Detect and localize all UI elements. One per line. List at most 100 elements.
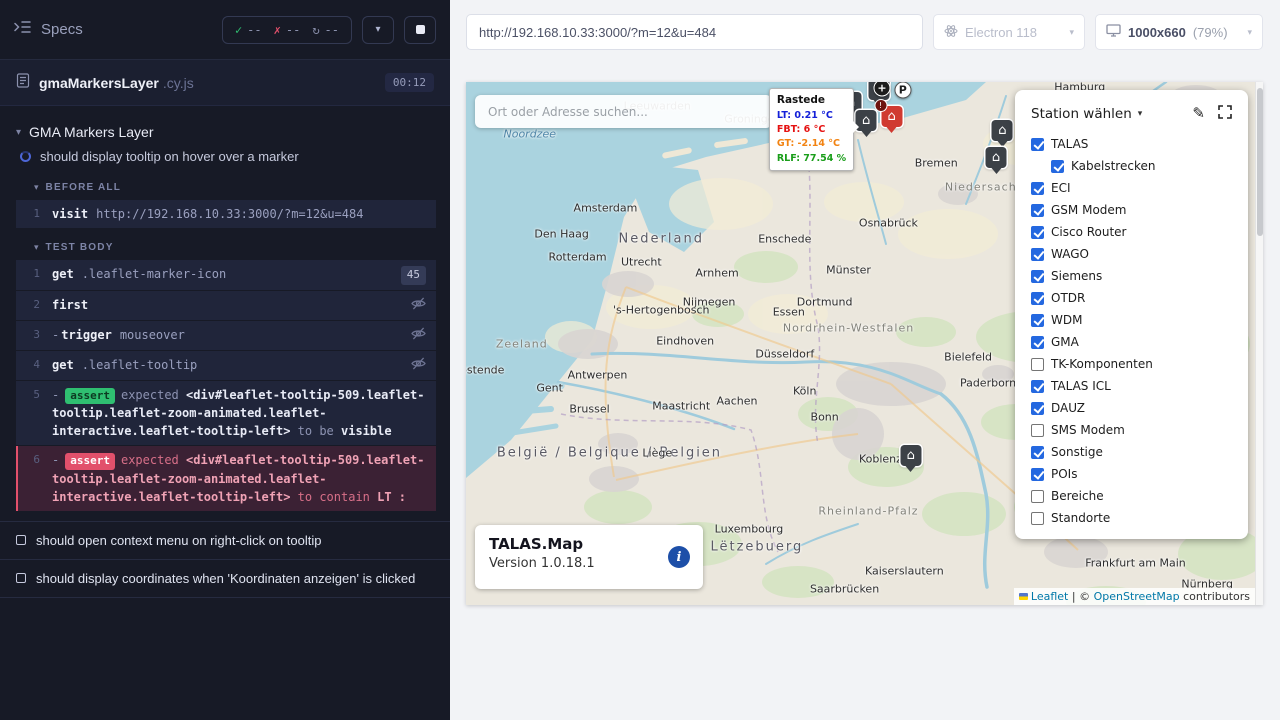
checkbox[interactable] <box>1051 160 1064 173</box>
command-row-assert[interactable]: 6-assertexpected <div#leaflet-tooltip-50… <box>16 446 436 511</box>
checkbox[interactable] <box>1031 248 1044 261</box>
url-bar[interactable]: http://192.168.10.33:3000/?m=12&u=484 <box>466 14 923 50</box>
layer-label: OTDR <box>1051 291 1085 305</box>
command-row-get[interactable]: 1get.leaflet-marker-icon45 <box>16 260 436 290</box>
viewport-select[interactable]: 1000x660 (79%) ▾ <box>1095 14 1263 50</box>
checkbox[interactable] <box>1031 402 1044 415</box>
marker-tooltip[interactable]: Rastede LT: 0.21 °CFBT: 6 °CGT: -2.14 °C… <box>769 88 854 171</box>
checkbox[interactable] <box>1031 490 1044 503</box>
checkbox[interactable] <box>1031 314 1044 327</box>
layer-toggle-talas[interactable]: TALAS <box>1029 133 1234 155</box>
layer-toggle-eci[interactable]: ECI <box>1029 177 1234 199</box>
active-test[interactable]: should display tooltip on hover over a m… <box>0 146 450 174</box>
station-marker-icon[interactable]: ⌂ <box>986 147 1007 174</box>
layer-toggle-kabelstrecken[interactable]: Kabelstrecken <box>1049 155 1234 177</box>
stop-icon <box>416 25 425 34</box>
checkbox[interactable] <box>1031 226 1044 239</box>
suite-title[interactable]: ▾ GMA Markers Layer <box>0 118 450 146</box>
layer-toggle-wdm[interactable]: WDM <box>1029 309 1234 331</box>
checkbox[interactable] <box>1031 138 1044 151</box>
command-text: get.leaflet-marker-icon <box>52 265 393 285</box>
element-count-badge: 45 <box>401 266 426 285</box>
before-all-header[interactable]: ▾ BEFORE ALL <box>0 174 450 198</box>
command-number: 2 <box>18 296 52 315</box>
layer-toggle-standorte[interactable]: Standorte <box>1029 507 1234 529</box>
command-row-assert[interactable]: 5-assertexpected <div#leaflet-tooltip-50… <box>16 381 436 446</box>
layer-toggle-gsm-modem[interactable]: GSM Modem <box>1029 199 1234 221</box>
layer-toggle-siemens[interactable]: Siemens <box>1029 265 1234 287</box>
layer-label: ECI <box>1051 181 1071 195</box>
expand-icon[interactable] <box>1218 104 1232 123</box>
specs-menu-icon[interactable] <box>14 20 31 39</box>
refresh-icon: ↻ <box>312 23 319 37</box>
layer-toggle-bereiche[interactable]: Bereiche <box>1029 485 1234 507</box>
pending-test[interactable]: should display coordinates when 'Koordin… <box>0 560 450 598</box>
layer-toggle-sms-modem[interactable]: SMS Modem <box>1029 419 1234 441</box>
command-row-trigger[interactable]: 3-triggermouseover <box>16 321 436 350</box>
spec-file-icon <box>16 73 30 93</box>
pending-test-icon <box>16 535 26 545</box>
layer-toggle-cisco-router[interactable]: Cisco Router <box>1029 221 1234 243</box>
layer-toggle-sonstige[interactable]: Sonstige <box>1029 441 1234 463</box>
browser-select[interactable]: Electron 118 ▾ <box>933 14 1085 50</box>
chevron-down-icon: ▾ <box>1247 27 1252 38</box>
leaflet-link[interactable]: Leaflet <box>1031 589 1068 604</box>
command-row-visit[interactable]: 1visithttp://192.168.10.33:3000/?m=12&u=… <box>16 200 436 228</box>
station-select[interactable]: Station wählen <box>1031 106 1132 122</box>
spec-header[interactable]: gmaMarkersLayer .cy.js 00:12 <box>0 60 450 106</box>
layer-toggle-dauz[interactable]: DAUZ <box>1029 397 1234 419</box>
viewport-zoom: (79%) <box>1193 25 1228 40</box>
app-under-test-panel: http://192.168.10.33:3000/?m=12&u=484 El… <box>450 0 1280 720</box>
checkbox[interactable] <box>1031 468 1044 481</box>
assert-chip: assert <box>65 388 115 405</box>
app-version: Version 1.0.18.1 <box>489 556 689 571</box>
map-scrollbar <box>1255 82 1263 605</box>
command-row-first[interactable]: 2first <box>16 291 436 320</box>
attribution-separator: | © <box>1068 589 1093 604</box>
map-search-control <box>475 95 772 128</box>
checkbox[interactable] <box>1031 446 1044 459</box>
layer-toggle-wago[interactable]: WAGO <box>1029 243 1234 265</box>
command-text: get.leaflet-tooltip <box>52 356 403 375</box>
test-title: should display tooltip on hover over a m… <box>40 149 299 164</box>
attribution-tail: contributors <box>1180 589 1250 604</box>
checkbox[interactable] <box>1031 512 1044 525</box>
checkbox[interactable] <box>1031 358 1044 371</box>
collapse-button[interactable]: ▾ <box>362 16 394 44</box>
cross-icon: ✗ <box>274 23 281 37</box>
layer-label: Siemens <box>1051 269 1102 283</box>
checkbox[interactable] <box>1031 270 1044 283</box>
info-button[interactable]: i <box>668 546 690 568</box>
checkbox[interactable] <box>1031 380 1044 393</box>
station-marker-icon[interactable]: ⌂ <box>992 120 1013 147</box>
alarm-marker-icon[interactable]: ⌂! <box>881 106 902 133</box>
tooltip-title: Rastede <box>777 93 846 109</box>
command-text: -assertexpected <div#leaflet-tooltip-509… <box>52 451 426 506</box>
layer-toggle-pois[interactable]: POIs <box>1029 463 1234 485</box>
layer-toggle-tk-komponenten[interactable]: TK-Komponenten <box>1029 353 1234 375</box>
search-input[interactable] <box>475 105 772 119</box>
pending-test-title: should open context menu on right-click … <box>36 533 321 548</box>
checkbox[interactable] <box>1031 204 1044 217</box>
layer-toggle-otdr[interactable]: OTDR <box>1029 287 1234 309</box>
checkbox[interactable] <box>1031 336 1044 349</box>
poi-marker-icon[interactable]: P <box>894 82 911 99</box>
checkbox[interactable] <box>1031 424 1044 437</box>
pending-tests: should open context menu on right-click … <box>0 521 450 598</box>
checkbox[interactable] <box>1031 182 1044 195</box>
scrollbar-thumb[interactable] <box>1257 88 1263 236</box>
stop-button[interactable] <box>404 16 436 44</box>
layer-toggle-talas-icl[interactable]: TALAS ICL <box>1029 375 1234 397</box>
pending-test[interactable]: should open context menu on right-click … <box>0 522 450 560</box>
layer-toggle-gma[interactable]: GMA <box>1029 331 1234 353</box>
leaflet-map[interactable]: NoordzeeHamburgBremenGroningenLeeuwarden… <box>466 82 1263 605</box>
openstreetmap-link[interactable]: OpenStreetMap <box>1094 589 1180 604</box>
electron-icon <box>944 24 958 41</box>
pending-test-title: should display coordinates when 'Koordin… <box>36 571 415 586</box>
command-row-get[interactable]: 4get.leaflet-tooltip <box>16 351 436 380</box>
station-marker-icon[interactable]: ⌂ <box>900 445 921 472</box>
checkbox[interactable] <box>1031 292 1044 305</box>
command-text: first <box>52 296 403 315</box>
test-body-header[interactable]: ▾ TEST BODY <box>0 234 450 258</box>
edit-pencil-icon[interactable]: ✎ <box>1192 106 1205 121</box>
